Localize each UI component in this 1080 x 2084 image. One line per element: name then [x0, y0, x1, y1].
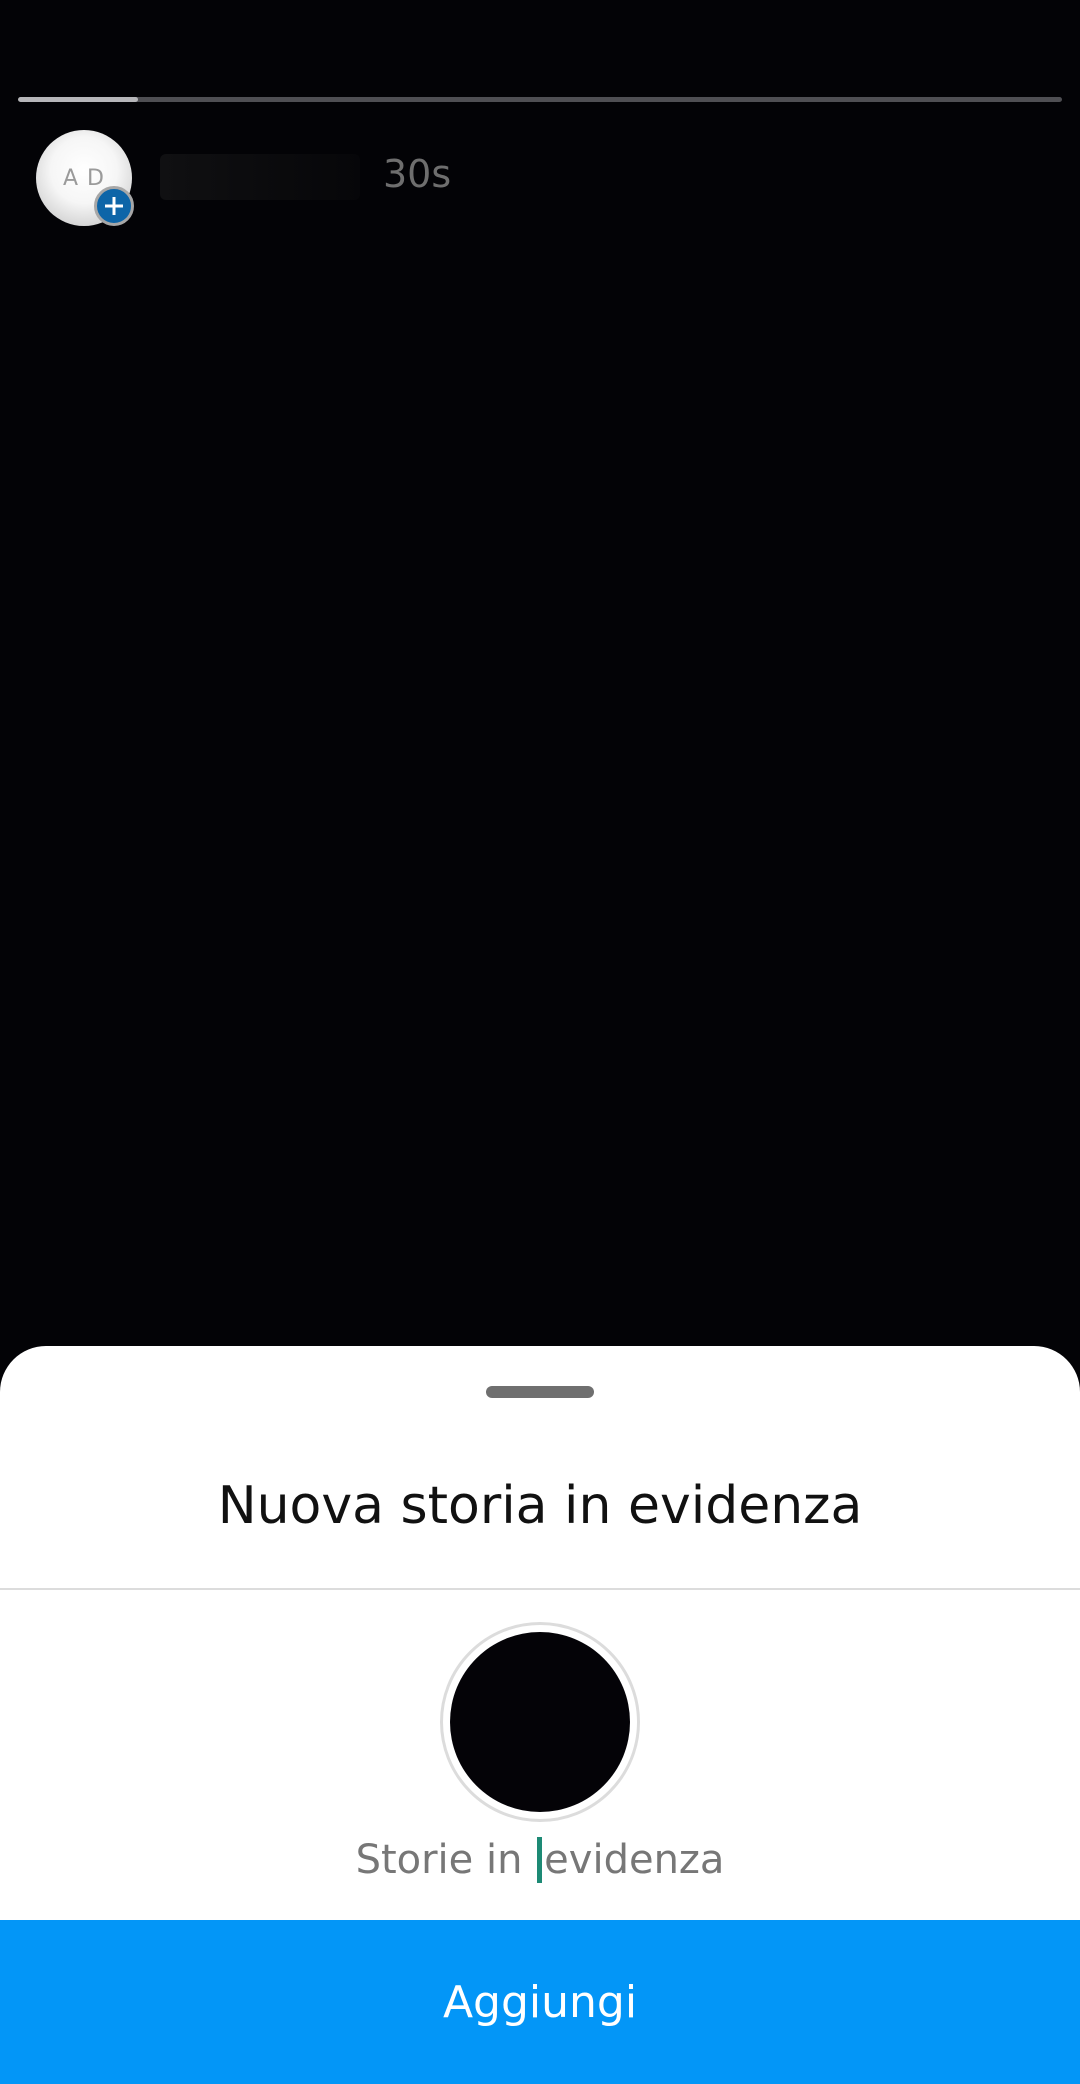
add-story-badge[interactable] [94, 186, 134, 226]
story-progress-bar [18, 97, 1062, 102]
story-viewer[interactable]: A D 30s [0, 0, 1080, 1400]
new-highlight-sheet: Nuova storia in evidenza Storie in evide… [0, 1346, 1080, 2084]
story-progress-fill [18, 97, 139, 102]
highlight-cover-image [450, 1632, 630, 1812]
add-button[interactable]: Aggiungi [0, 1920, 1080, 2084]
divider [0, 1588, 1080, 1590]
profile-avatar-wrap[interactable]: A D [36, 130, 134, 226]
sheet-drag-handle[interactable] [486, 1386, 594, 1398]
story-timestamp: 30s [383, 152, 452, 196]
avatar-text: A D [63, 165, 105, 191]
plus-icon [105, 197, 123, 215]
highlight-name-field[interactable]: Storie in evidenza [240, 1830, 840, 1890]
highlight-cover[interactable] [440, 1622, 640, 1822]
sheet-title: Nuova storia in evidenza [217, 1476, 863, 1536]
username-blurred[interactable] [160, 154, 360, 200]
